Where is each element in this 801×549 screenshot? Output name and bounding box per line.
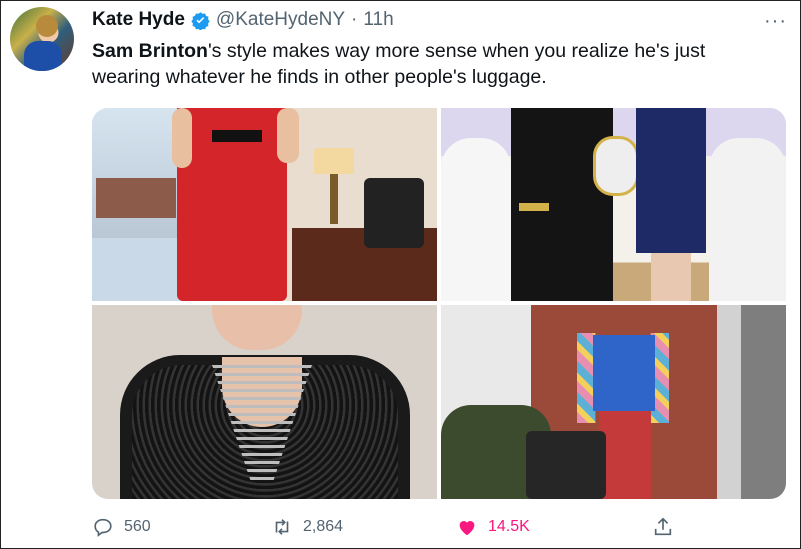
verified-icon xyxy=(191,11,210,30)
share-icon xyxy=(654,517,672,536)
reply-button[interactable]: 560 xyxy=(92,516,151,538)
photo-lace-top[interactable] xyxy=(92,305,437,499)
photo-red-jumpsuit[interactable] xyxy=(92,108,437,301)
retweet-icon xyxy=(275,519,289,535)
media-grid xyxy=(92,108,786,499)
author-handle[interactable]: @KateHydeNY xyxy=(216,9,345,31)
photo-suitcase-street[interactable] xyxy=(441,305,786,499)
separator-dot: · xyxy=(351,9,358,30)
photo-uniform-event[interactable] xyxy=(441,108,786,301)
avatar[interactable] xyxy=(10,7,74,71)
like-button[interactable]: 14.5K xyxy=(456,516,530,538)
author-name[interactable]: Kate Hyde xyxy=(92,9,185,31)
reply-icon xyxy=(94,518,112,537)
mention-name: Sam Brinton xyxy=(92,40,208,62)
reply-count: 560 xyxy=(124,518,151,535)
retweet-count: 2,864 xyxy=(303,518,344,535)
share-button[interactable] xyxy=(652,516,674,538)
tweet-time[interactable]: 11h xyxy=(363,9,393,31)
tweet-header: Kate Hyde @KateHydeNY · 11h xyxy=(92,9,394,31)
more-icon[interactable]: ··· xyxy=(764,10,787,33)
tweet-actions: 560 2,864 14.5K xyxy=(92,516,682,544)
like-count: 14.5K xyxy=(488,518,530,535)
like-icon xyxy=(459,521,475,536)
tweet-text: Sam Brinton's style makes way more sense… xyxy=(92,38,772,90)
retweet-button[interactable]: 2,864 xyxy=(271,516,343,538)
